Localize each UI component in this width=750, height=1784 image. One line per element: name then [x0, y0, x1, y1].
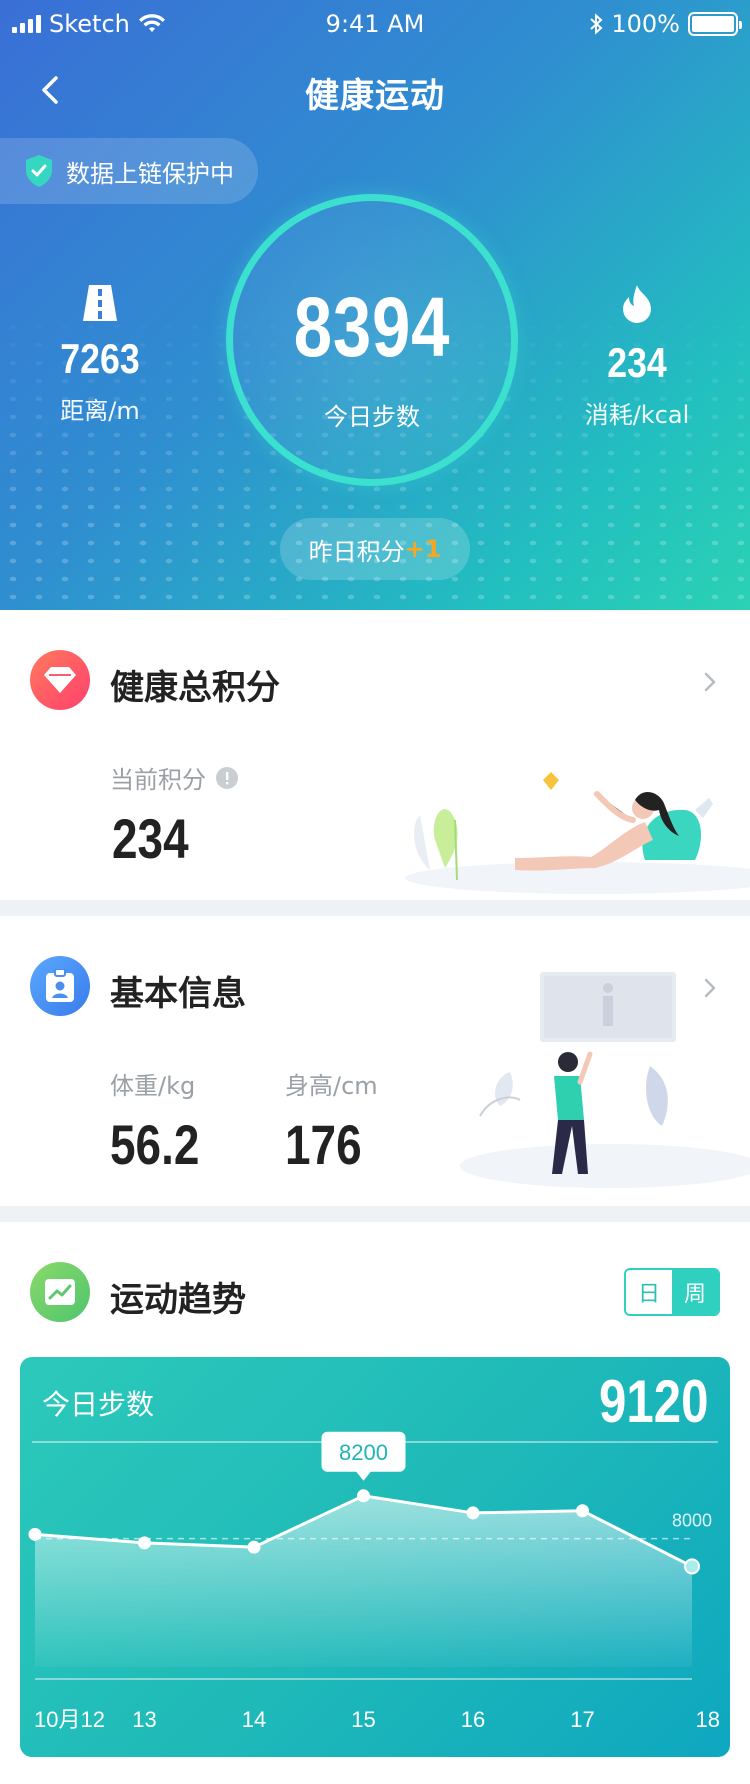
- data-point: [576, 1504, 589, 1518]
- steps-ring: 8394 今日步数: [226, 194, 518, 486]
- weight-label: 体重/kg: [110, 1072, 196, 1100]
- page-title: 健康运动: [305, 76, 445, 116]
- hero-header: Sketch 9:41 AM 100% 健康运动 数据上链保护中 7263 距离…: [0, 0, 750, 610]
- data-point: [28, 1527, 42, 1541]
- basic-info-title: 基本信息: [110, 974, 246, 1014]
- chain-protection-label: 数据上链保护中: [66, 159, 234, 188]
- status-bar: Sketch 9:41 AM 100%: [0, 0, 750, 50]
- data-point: [357, 1489, 370, 1503]
- flame-icon: [623, 285, 651, 323]
- yesterday-points-bonus: +1: [404, 535, 442, 563]
- diamond-icon: [44, 667, 76, 693]
- x-tick-label: 15: [351, 1707, 375, 1732]
- calories-label: 消耗/kcal: [584, 401, 690, 429]
- calories-value: 234: [607, 339, 667, 386]
- current-points-block: 234: [112, 806, 205, 871]
- height-label: 身高/cm: [285, 1072, 378, 1100]
- weight-block: 56.2: [110, 1112, 219, 1177]
- data-point: [684, 1558, 700, 1575]
- highlight-tooltip-label: 8200: [339, 1440, 388, 1465]
- trend-plot: 8000 10月12 13 14 15 16 17 18 8200: [28, 1431, 720, 1732]
- chain-protection-badge: 数据上链保护中: [0, 138, 258, 204]
- data-point: [247, 1540, 261, 1554]
- x-tick-label: 16: [461, 1707, 485, 1732]
- x-tick-label: 14: [242, 1707, 266, 1732]
- current-points-value: 234: [112, 807, 189, 870]
- yesterday-points-label: 昨日积分: [308, 537, 405, 566]
- info-icon[interactable]: [216, 766, 238, 789]
- current-points-label: 当前积分: [110, 766, 206, 794]
- id-badge-icon: [46, 969, 74, 1002]
- battery-icon: [688, 12, 742, 36]
- toggle-day[interactable]: 日: [626, 1270, 672, 1314]
- highlight-tooltip-pointer: [355, 1470, 372, 1481]
- trend-chart-icon: [45, 1279, 75, 1305]
- data-point: [138, 1536, 151, 1550]
- distance-value: 7263: [60, 335, 140, 382]
- points-card-icon: [30, 650, 90, 710]
- road-icon: [83, 285, 117, 321]
- calories-stat: 234 消耗/kcal: [542, 285, 732, 430]
- trend-card-title: 运动趋势: [110, 1280, 246, 1320]
- steps-value: 8394: [293, 280, 451, 374]
- nav-bar: 健康运动: [0, 56, 750, 126]
- x-tick-label: 17: [570, 1707, 594, 1732]
- basic-info-icon: [30, 956, 90, 1016]
- man-with-screen-illustration: [460, 972, 750, 1188]
- points-card-title: 健康总积分: [110, 668, 280, 708]
- toggle-week[interactable]: 周: [672, 1270, 718, 1314]
- trend-card-icon: [30, 1262, 90, 1322]
- distance-label: 距离/m: [60, 397, 140, 425]
- height-block: 176: [285, 1112, 378, 1177]
- x-tick-label: 18: [696, 1707, 720, 1732]
- basic-info-card[interactable]: 基本信息 体重/kg 56.2 身高/cm 176: [0, 916, 750, 1206]
- shield-check-icon: [26, 155, 52, 187]
- weight-value: 56.2: [110, 1113, 200, 1176]
- bluetooth-icon: [590, 13, 603, 35]
- steps-label: 今日步数: [324, 403, 420, 431]
- battery-percent: 100%: [611, 10, 680, 38]
- sitting-woman-illustration: [405, 772, 750, 894]
- section-divider: [0, 900, 750, 916]
- current-points-row: 当前积分: [110, 760, 238, 795]
- yesterday-points-pill[interactable]: 昨日积分 +1: [280, 518, 470, 580]
- steps-trend-chart: 今日步数 9120 8000 10月12 13 14 15 16 17 18 8200: [20, 1357, 730, 1757]
- x-tick-label: 10月12: [34, 1707, 105, 1732]
- trend-area: [35, 1495, 692, 1667]
- height-value: 176: [285, 1113, 362, 1176]
- section-divider: [0, 1206, 750, 1222]
- period-toggle: 日 周: [624, 1268, 720, 1316]
- points-card[interactable]: 健康总积分 当前积分 234: [0, 610, 750, 900]
- x-tick-label: 13: [132, 1707, 156, 1732]
- reference-line-label: 8000: [672, 1511, 712, 1531]
- distance-stat: 7263 距离/m: [5, 285, 195, 426]
- chevron-right-icon[interactable]: [698, 670, 722, 694]
- data-point: [466, 1506, 480, 1520]
